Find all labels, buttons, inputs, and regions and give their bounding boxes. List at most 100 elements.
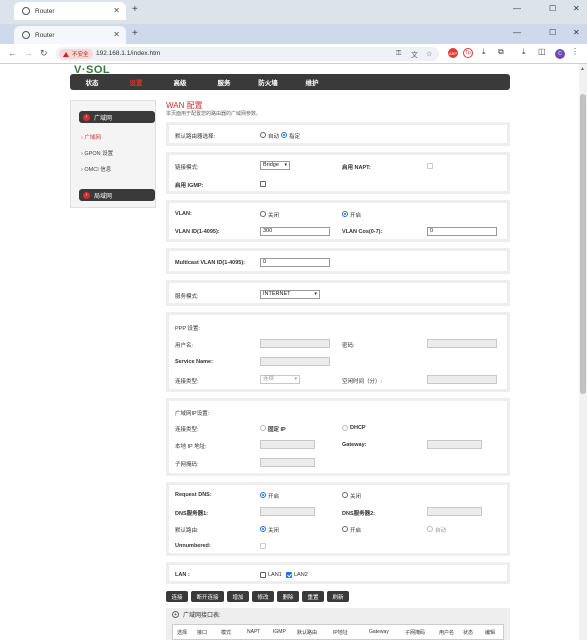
unnumbered-checkbox[interactable] xyxy=(260,543,266,549)
close-tab-icon[interactable]: ✕ xyxy=(113,30,120,39)
default-route-specify-radio[interactable] xyxy=(281,132,287,138)
napt-checkbox[interactable] xyxy=(427,163,433,169)
connect-button[interactable]: 连接 xyxy=(166,591,188,602)
tab-title: Router xyxy=(35,7,55,15)
request-dns-on-label: 开启 xyxy=(268,494,280,500)
wan-interface-table-panel: + 广域网接口表: 选择 接口 模式 NAPT IGMP 默认路由 IP地址 G… xyxy=(166,608,510,640)
maximize-icon[interactable]: ☐ xyxy=(549,28,556,37)
lan-label: LAN : xyxy=(175,572,190,578)
download-icon[interactable]: ⤓ xyxy=(522,47,526,57)
wan-interface-table-header[interactable]: + 广域网接口表: xyxy=(172,610,221,619)
back-icon[interactable]: ← xyxy=(8,48,17,58)
forward-icon[interactable]: → xyxy=(24,48,33,58)
add-button[interactable]: 增加 xyxy=(227,591,249,602)
extension-icon[interactable]: Tp xyxy=(463,48,473,58)
multicast-vlan-label: Multicast VLAN ID(1-4095): xyxy=(175,260,245,266)
extensions-icon[interactable]: ⧉ xyxy=(498,47,504,57)
refresh-button[interactable]: 刷新 xyxy=(327,591,349,602)
link-mode-select[interactable]: Bridge ▾ xyxy=(260,161,290,170)
scroll-up-icon[interactable]: ▲ xyxy=(580,66,585,72)
lan-panel: LAN : LAN1 LAN2 xyxy=(166,562,510,584)
maximize-icon[interactable]: ☐ xyxy=(549,4,556,13)
reset-button[interactable]: 重置 xyxy=(302,591,324,602)
ppp-idle-input[interactable] xyxy=(427,375,497,384)
fixed-ip-radio[interactable] xyxy=(260,425,266,431)
igmp-checkbox[interactable] xyxy=(260,181,266,187)
dns-panel: Request DNS: 开启 关闭 DNS服务器1: DNS服务器2: 默认路… xyxy=(166,482,510,556)
browser-tab-2[interactable]: Router ✕ xyxy=(14,26,126,44)
default-route-panel: 默认路由器选择: 自动 指定 xyxy=(166,122,510,146)
router-sidebar: › 广域网 › 广域网 › GPON 设置 › OMCI 信息 › 局域网 xyxy=(70,100,156,208)
dhcp-radio[interactable] xyxy=(342,425,348,431)
vlan-on-radio[interactable] xyxy=(342,211,348,217)
address-bar[interactable]: 不安全 192.168.1.1/index.htm ⚿ 文 ☆ xyxy=(56,47,439,61)
nav-firewall[interactable]: 防火墙 xyxy=(246,77,290,87)
browser-tab[interactable]: Router ✕ xyxy=(14,2,126,20)
dns2-label: DNS服务器2: xyxy=(342,511,376,517)
dns-default-route-auto-radio[interactable] xyxy=(427,526,433,532)
ppp-service-name-input[interactable] xyxy=(260,357,330,366)
default-route-auto-radio[interactable] xyxy=(260,132,266,138)
vlan-off-radio[interactable] xyxy=(260,211,266,217)
close-tab-icon[interactable]: ✕ xyxy=(113,6,120,15)
lan2-checkbox[interactable] xyxy=(286,572,292,578)
nav-service[interactable]: 服务 xyxy=(202,77,246,87)
menu-icon[interactable]: ⋮ xyxy=(571,47,579,56)
new-tab-button[interactable]: + xyxy=(132,4,138,15)
ppp-username-label: 用户名: xyxy=(175,343,194,349)
minimize-icon[interactable]: — xyxy=(513,28,521,37)
sidebar-item-omci[interactable]: › OMCI 信息 xyxy=(81,165,111,173)
gateway-input[interactable] xyxy=(427,440,482,449)
close-window-icon[interactable]: ✕ xyxy=(573,28,580,37)
dns1-input[interactable] xyxy=(260,507,315,516)
page-scrollbar[interactable]: ▲ xyxy=(579,64,587,640)
default-route-label: 默认路由器选择: xyxy=(175,134,216,140)
ppp-conn-type-select[interactable]: 连续 ▾ xyxy=(260,375,300,384)
subnet-mask-input[interactable] xyxy=(260,458,315,467)
sidepanel-icon[interactable]: ◫ xyxy=(538,47,546,56)
ppp-service-name-label: Service Name: xyxy=(175,359,213,365)
local-ip-label: 本地 IP 地址: xyxy=(175,444,207,450)
extension-icon[interactable]: ABP xyxy=(448,48,458,58)
service-mode-value: INTERNET xyxy=(263,291,291,297)
nav-status[interactable]: 状态 xyxy=(70,77,114,87)
ppp-password-input[interactable] xyxy=(427,339,497,348)
reload-icon[interactable]: ↻ xyxy=(40,48,48,59)
minimize-icon[interactable]: — xyxy=(513,4,521,13)
star-icon[interactable]: ☆ xyxy=(426,50,432,58)
request-dns-on-radio[interactable] xyxy=(260,492,266,498)
address-toolbar: ← → ↻ 不安全 192.168.1.1/index.htm ⚿ 文 ☆ AB… xyxy=(0,44,587,64)
sidebar-header-wan[interactable]: › 广域网 xyxy=(79,111,155,123)
nav-setup[interactable]: 设置 xyxy=(114,77,158,87)
lan1-checkbox[interactable] xyxy=(260,572,266,578)
column-header: IP地址 xyxy=(333,630,348,636)
modify-button[interactable]: 修改 xyxy=(252,591,274,602)
ppp-username-input[interactable] xyxy=(260,339,330,348)
sidebar-item-wan[interactable]: › 广域网 xyxy=(81,133,101,141)
key-icon[interactable]: ⚿ xyxy=(396,50,401,58)
disconnect-button[interactable]: 断开连接 xyxy=(191,591,224,602)
nav-advanced[interactable]: 高级 xyxy=(158,77,202,87)
wan-interface-table-title: 广域网接口表: xyxy=(183,613,221,619)
close-window-icon[interactable]: ✕ xyxy=(573,4,580,13)
sidebar-header-lan[interactable]: › 局域网 xyxy=(79,189,155,201)
nav-maintenance[interactable]: 维护 xyxy=(290,77,334,87)
local-ip-input[interactable] xyxy=(260,440,315,449)
vlan-id-input[interactable]: 300 xyxy=(260,227,330,236)
download-icon[interactable]: ⤓ xyxy=(482,47,486,57)
dns-default-route-label: 默认路由: xyxy=(175,528,199,534)
security-chip[interactable]: 不安全 xyxy=(59,49,93,59)
request-dns-off-radio[interactable] xyxy=(342,492,348,498)
translate-icon[interactable]: 文 xyxy=(411,50,418,60)
service-mode-select[interactable]: INTERNET ▾ xyxy=(260,290,320,299)
multicast-vlan-input[interactable]: 0 xyxy=(260,258,330,267)
new-tab-button[interactable]: + xyxy=(132,28,138,39)
scrollbar-thumb[interactable] xyxy=(580,94,586,394)
dns-default-route-on-radio[interactable] xyxy=(342,526,348,532)
dns-default-route-off-radio[interactable] xyxy=(260,526,266,532)
delete-button[interactable]: 删除 xyxy=(277,591,299,602)
profile-avatar[interactable]: C xyxy=(555,49,565,59)
dns2-input[interactable] xyxy=(427,507,482,516)
vlan-cos-input[interactable]: 0 xyxy=(427,227,497,236)
sidebar-item-gpon[interactable]: › GPON 设置 xyxy=(81,149,113,157)
